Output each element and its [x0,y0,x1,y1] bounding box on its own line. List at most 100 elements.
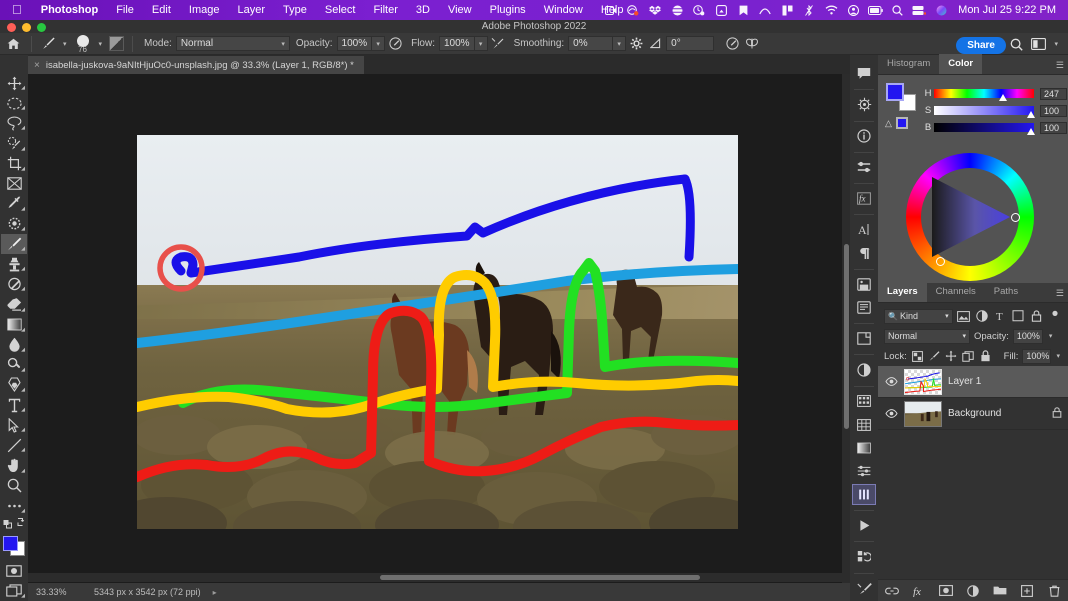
spot-healing-tool[interactable]: ◢ [1,214,27,234]
menu-layer[interactable]: Layer [228,0,274,20]
globe-icon[interactable] [666,0,688,20]
document-tab[interactable]: × isabella-juskova-9aNItHjuOc0-unsplash.… [28,56,364,75]
gamut-color-swatch[interactable] [895,117,908,129]
paragraph-pilcrow-icon[interactable] [852,242,876,263]
layer-filter-kind-select[interactable]: 🔍 Kind ▾ [884,308,953,324]
type-tool[interactable]: ◢ [1,395,27,415]
menu-photoshop[interactable]: Photoshop [32,0,107,20]
default-and-swap-colors[interactable] [1,516,27,531]
flow-input[interactable]: 100% [439,36,475,51]
tab-paths[interactable]: Paths [985,282,1027,302]
new-layer-icon[interactable] [1020,584,1034,598]
adjustment-layer-filter-icon[interactable] [975,309,989,324]
type-layer-filter-icon[interactable]: T [993,309,1007,324]
blend-mode-select[interactable]: Normal ▾ [175,36,290,51]
tab-color[interactable]: Color [939,54,983,74]
user-account-icon[interactable] [842,0,864,20]
shape-layer-filter-icon[interactable] [1011,309,1025,324]
adjustments-sliders-icon[interactable] [852,157,876,178]
siri-icon[interactable] [930,0,952,20]
screen-record-icon[interactable] [600,0,622,20]
pen-tool[interactable]: ◢ [1,375,27,395]
gradient-bar-icon[interactable] [852,437,876,458]
wifi-icon[interactable] [820,0,842,20]
menu-image[interactable]: Image [180,0,229,20]
macos-clock[interactable]: Mon Jul 25 9:22 PM [952,4,1060,16]
new-adjustment-layer-icon[interactable] [966,584,980,598]
brightness-value[interactable]: 100 [1040,121,1067,134]
layer-fill-stepper[interactable]: ▾ [1055,352,1063,360]
history-undo-icon[interactable] [852,546,876,567]
triangle-thumb[interactable] [936,257,945,266]
out-of-gamut-warning-icon[interactable]: △ [885,118,892,129]
scrollbar-thumb[interactable] [844,244,849,429]
flow-stepper[interactable]: ▾ [474,36,488,51]
share-button[interactable]: Share [956,37,1006,54]
column-icon[interactable] [776,0,798,20]
apple-icon[interactable]:  [0,1,32,19]
spotlight-search-icon[interactable] [886,0,908,20]
bluetooth-off-icon[interactable] [798,0,820,20]
gear-icon[interactable] [626,34,646,54]
bookmark-icon[interactable] [732,0,754,20]
airplay-icon[interactable] [710,0,732,20]
control-center-icon[interactable] [908,0,930,20]
lock-transparent-pixels-icon[interactable] [911,349,924,363]
panel-menu-icon[interactable]: ☰ [1056,288,1064,299]
screen-mode-icon[interactable]: ◢ [1,581,27,601]
artboard[interactable] [137,135,738,529]
angle-input[interactable]: 0° [666,36,715,51]
hue-slider-thumb[interactable] [999,94,1007,101]
layer-thumbnail[interactable] [904,400,942,427]
info-circle-icon[interactable] [852,125,876,146]
color-wheel[interactable] [906,153,1034,281]
search-icon[interactable] [1006,34,1026,54]
pressure-size-icon[interactable] [722,34,742,54]
saturation-slider-thumb[interactable] [1027,111,1035,118]
discover-ship-wheel-icon[interactable] [852,94,876,115]
layer-opacity-stepper[interactable]: ▾ [1047,332,1055,340]
workspace-switcher-icon[interactable] [1028,34,1048,54]
hue-slider-track[interactable] [934,89,1034,101]
edit-toolbar-button[interactable]: ◢ [1,496,27,516]
foreground-color-swatch[interactable] [3,535,18,551]
menu-view[interactable]: View [439,0,481,20]
menu-file[interactable]: File [107,0,143,20]
time-machine-icon[interactable] [688,0,710,20]
airbrush-icon[interactable] [488,34,508,54]
comment-bubble-icon[interactable] [852,63,876,84]
brush-preset-icon[interactable] [37,36,59,51]
arc-icon[interactable] [754,0,776,20]
hue-value[interactable]: 247 [1040,87,1067,100]
eraser-tool[interactable]: ◢ [1,294,27,314]
toggle-filter-icon[interactable] [1048,309,1062,324]
notes-page-icon[interactable] [852,297,876,318]
lock-position-icon[interactable] [945,349,958,363]
lock-all-icon[interactable] [979,349,992,363]
move-tool[interactable]: ◢ [1,73,27,93]
layer-name[interactable]: Layer 1 [948,376,1062,387]
lock-image-pixels-icon[interactable] [928,349,941,363]
menu-3d[interactable]: 3D [407,0,439,20]
tab-histogram[interactable]: Histogram [878,54,939,74]
workspace-caret-icon[interactable]: ▾ [1050,40,1062,48]
saturation-value[interactable]: 100 [1040,104,1067,117]
document-dimensions[interactable]: 5343 px x 3542 px (72 ppi) [94,587,201,597]
layer-fx-icon[interactable]: fx [912,584,926,598]
zoom-tool[interactable] [1,476,27,496]
brushes-bars-icon[interactable] [852,483,876,506]
eyedropper-tool[interactable]: ◢ [1,194,27,214]
menu-filter[interactable]: Filter [364,0,406,20]
play-triangle-icon[interactable] [852,515,876,536]
hue-ring-thumb[interactable] [1011,213,1020,222]
marquee-tool[interactable]: ◢ [1,93,27,113]
tab-channels[interactable]: Channels [927,282,985,302]
panel-menu-icon[interactable]: ☰ [1056,60,1064,71]
brightness-slider-track[interactable] [934,123,1035,135]
layer-opacity-input[interactable]: 100% [1012,328,1043,344]
swatches-grid-icon[interactable] [852,391,876,412]
home-icon[interactable] [0,38,26,50]
patterns-grid-icon[interactable] [852,414,876,435]
opacity-input[interactable]: 100% [336,36,373,51]
clone-stamp-tool[interactable]: ◢ [1,254,27,274]
